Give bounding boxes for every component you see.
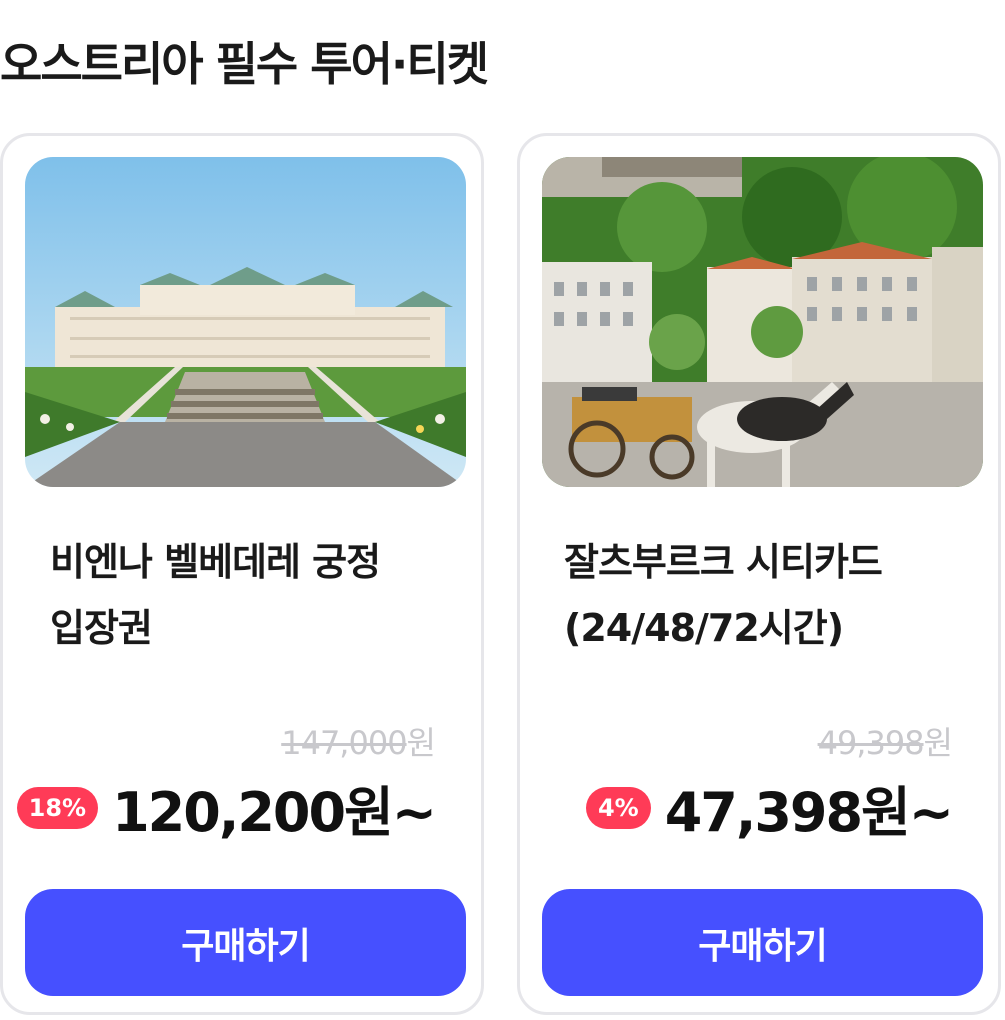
original-price: 147,000원 [281, 718, 436, 764]
discount-badge: 18% [16, 786, 99, 829]
product-title[interactable]: 잘츠부르크 시티카드 (24/48/72시간) [564, 529, 964, 661]
product-card-belvedere[interactable]: 비엔나 벨베데레 궁정 입장권 147,000원 18% 120,200원~ 구… [0, 133, 484, 1015]
original-price-value: 49,398 [817, 724, 925, 762]
product-title[interactable]: 비엔나 벨베데레 궁정 입장권 [50, 529, 450, 661]
buy-button[interactable]: 구매하기 [25, 889, 466, 996]
product-title-line1: 비엔나 벨베데레 궁정 [50, 540, 381, 584]
product-image-belvedere[interactable] [25, 157, 466, 487]
price-row: 4% 47,398원~ [585, 768, 954, 847]
original-price-unit: 원 [406, 724, 436, 762]
sale-price: 120,200원~ [112, 781, 437, 844]
product-card-salzburg[interactable]: 잘츠부르크 시티카드 (24/48/72시간) 49,398원 4% 47,39… [517, 133, 1001, 1015]
original-price-unit: 원 [923, 724, 953, 762]
section-title: 오스트리아 필수 투어·티켓 [0, 37, 489, 91]
original-price-value: 147,000 [281, 724, 407, 762]
product-title-line2: 입장권 [50, 606, 153, 650]
salzburg-carriage-photo [542, 157, 983, 487]
sale-price: 47,398원~ [664, 781, 954, 844]
original-price: 49,398원 [817, 718, 953, 764]
price-row: 18% 120,200원~ [16, 768, 437, 847]
product-title-line1: 잘츠부르크 시티카드 [564, 540, 883, 584]
discount-badge: 4% [585, 786, 651, 829]
belvedere-palace-photo [25, 157, 466, 487]
product-image-salzburg[interactable] [542, 157, 983, 487]
buy-button[interactable]: 구매하기 [542, 889, 983, 996]
product-title-line2: (24/48/72시간) [564, 606, 844, 650]
